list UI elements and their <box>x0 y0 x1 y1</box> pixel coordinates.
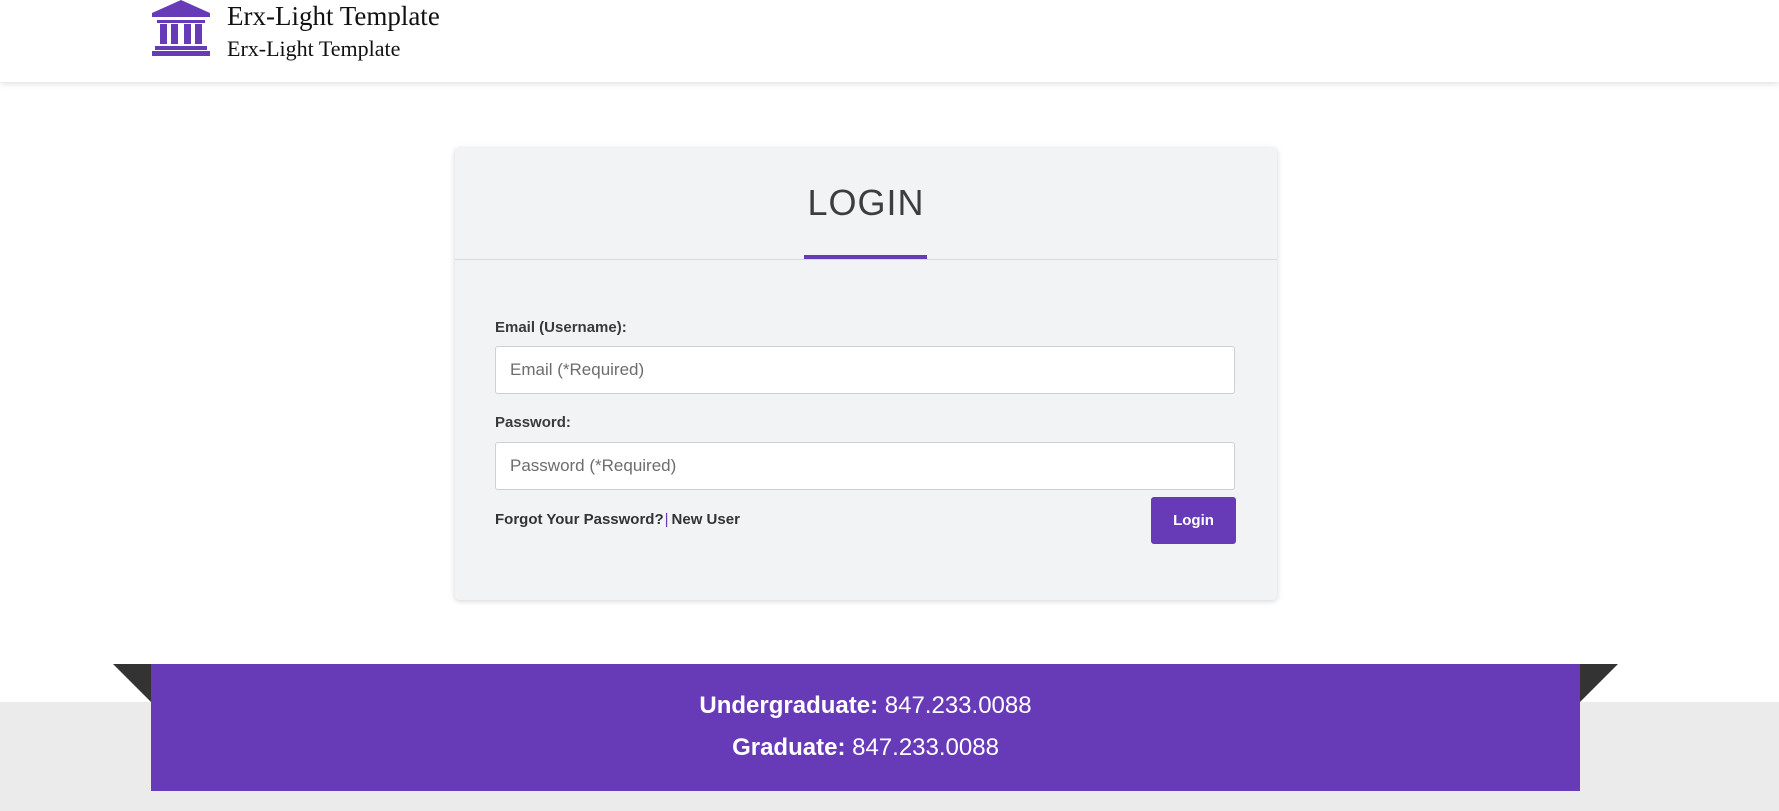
login-card: LOGIN Email (Username): Password: Forgot… <box>455 148 1277 600</box>
auth-links: Forgot Your Password?| New User <box>495 511 740 529</box>
ribbon-fold-right <box>1580 664 1618 702</box>
brand-title[interactable]: Erx-Light Template <box>227 0 440 32</box>
contact-ribbon: Undergraduate: 847.233.0088 Graduate: 84… <box>151 664 1580 791</box>
title-underline <box>804 255 927 259</box>
link-separator: | <box>664 511 669 528</box>
password-input[interactable] <box>495 442 1235 490</box>
login-button[interactable]: Login <box>1151 497 1236 544</box>
new-user-link[interactable]: New User <box>672 511 740 528</box>
graduate-contact: Graduate: 847.233.0088 <box>151 733 1580 763</box>
login-card-header: LOGIN <box>455 148 1277 260</box>
brand-subtitle: Erx-Light Template <box>227 36 401 61</box>
login-title: LOGIN <box>807 182 925 223</box>
graduate-phone[interactable]: 847.233.0088 <box>852 734 999 761</box>
undergraduate-phone[interactable]: 847.233.0088 <box>885 692 1032 719</box>
graduate-label: Graduate: <box>732 734 846 761</box>
ribbon-fold-left <box>113 664 151 702</box>
forgot-password-link[interactable]: Forgot Your Password? <box>495 511 664 528</box>
email-input[interactable] <box>495 346 1235 394</box>
institution-building-icon[interactable] <box>151 0 211 57</box>
undergraduate-label: Undergraduate: <box>699 692 879 719</box>
undergraduate-contact: Undergraduate: 847.233.0088 <box>151 691 1580 721</box>
password-label: Password: <box>495 414 571 431</box>
email-label: Email (Username): <box>495 319 627 336</box>
site-header: Erx-Light Template Erx-Light Template <box>0 0 1779 82</box>
